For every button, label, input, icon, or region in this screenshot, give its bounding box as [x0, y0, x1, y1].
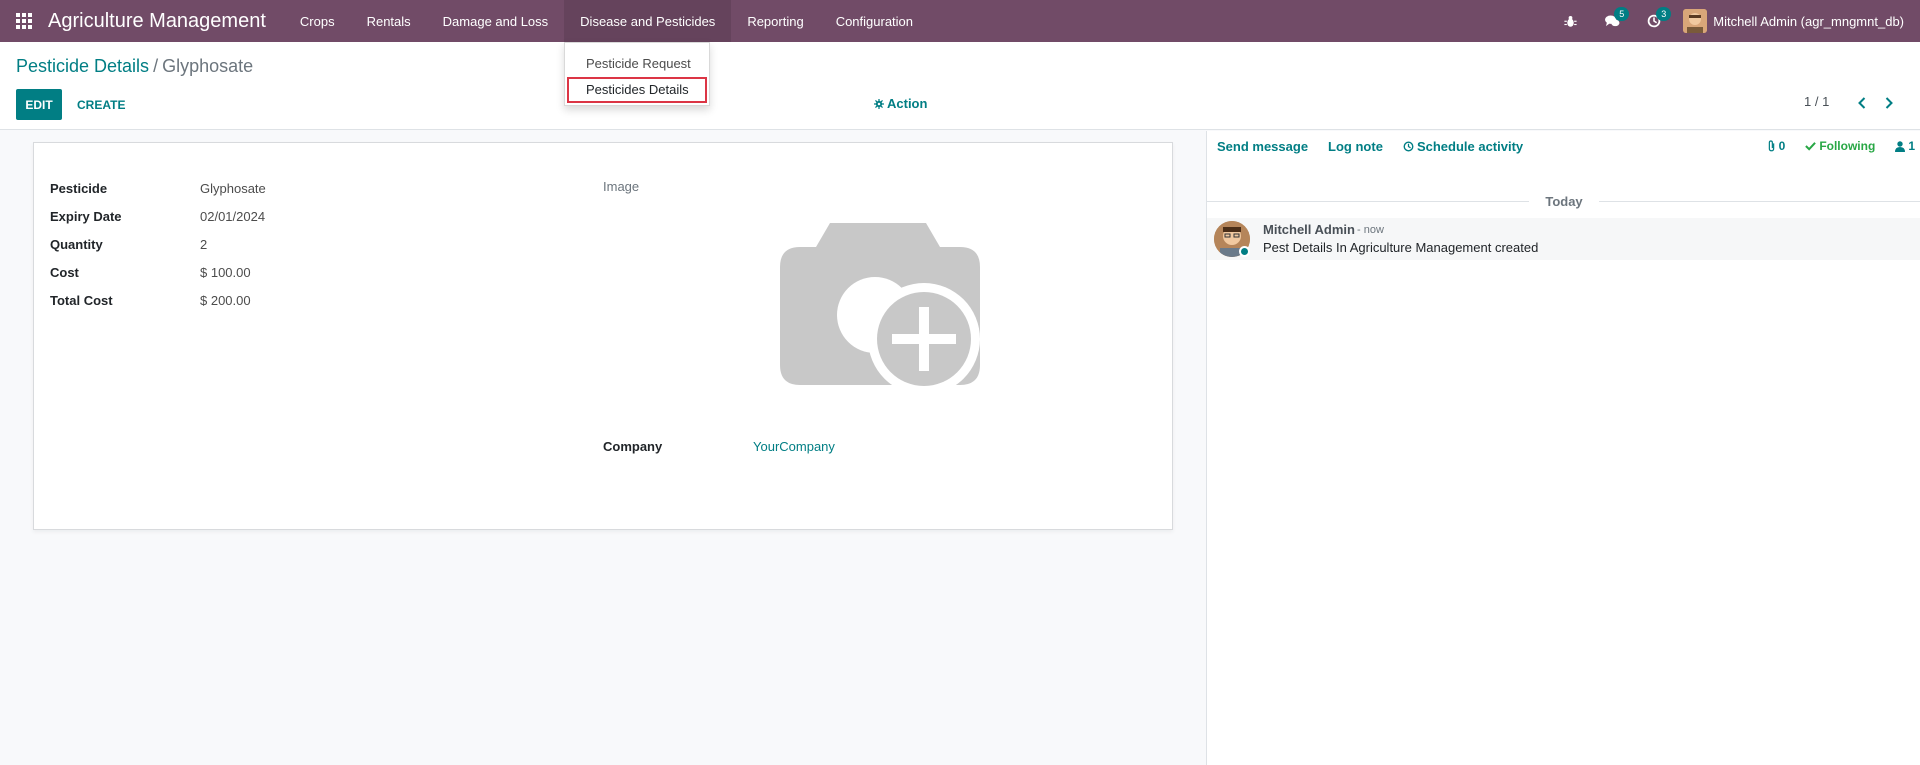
- create-button[interactable]: CREATE: [70, 89, 132, 120]
- paperclip-icon: [1768, 140, 1774, 152]
- send-message-button[interactable]: Send message: [1217, 139, 1308, 154]
- disease-pesticides-dropdown: Pesticide Request Pesticides Details: [564, 42, 710, 106]
- pager-value[interactable]: 1 / 1: [1804, 94, 1829, 109]
- debug-bug-icon[interactable]: [1549, 0, 1591, 42]
- messages-count-badge: 5: [1614, 7, 1630, 21]
- systray: 5 3 Mitchell Admin (agr_mngmnt_db): [1549, 0, 1920, 42]
- field-label-quantity: Quantity: [50, 236, 103, 252]
- breadcrumb-separator: /: [153, 56, 159, 76]
- action-label: Action: [887, 96, 928, 111]
- user-icon: [1895, 140, 1906, 152]
- chatter: Send message Log note Schedule activity …: [1206, 131, 1920, 765]
- dropdown-item-pesticides-details[interactable]: Pesticides Details: [567, 77, 707, 103]
- menu-crops[interactable]: Crops: [284, 0, 351, 42]
- apps-menu-icon[interactable]: [0, 0, 48, 42]
- chevron-right-icon: [1885, 97, 1893, 109]
- field-expiry-date: Expiry Date 02/01/2024: [50, 206, 265, 226]
- chatter-topbar: Send message Log note Schedule activity …: [1207, 131, 1920, 161]
- field-company: Company YourCompany: [603, 439, 835, 454]
- form-area: Pesticide Glyphosate Expiry Date 02/01/2…: [0, 131, 1206, 765]
- menu-damage-and-loss[interactable]: Damage and Loss: [427, 0, 565, 42]
- field-label-cost: Cost: [50, 264, 79, 280]
- followers-count: 1: [1908, 139, 1915, 153]
- following-label: Following: [1819, 139, 1876, 153]
- field-value-total-cost: $ 200.00: [200, 292, 251, 308]
- attachments-button[interactable]: 0: [1767, 139, 1786, 153]
- user-name: Mitchell Admin (agr_mngmnt_db): [1713, 13, 1904, 29]
- dropdown-item-pesticide-request[interactable]: Pesticide Request: [565, 51, 709, 77]
- field-cost: Cost $ 100.00: [50, 262, 251, 282]
- user-avatar: [1683, 9, 1708, 33]
- field-total-cost: Total Cost $ 200.00: [50, 290, 251, 310]
- chatter-message: Mitchell Admin - now Pest Details In Agr…: [1207, 218, 1920, 260]
- schedule-activity-button[interactable]: Schedule activity: [1403, 139, 1523, 154]
- field-value-cost: $ 100.00: [200, 264, 251, 280]
- message-date: - now: [1357, 224, 1384, 236]
- menu-disease-and-pesticides[interactable]: Disease and Pesticides: [564, 0, 732, 42]
- breadcrumb: Pesticide Details / Glyphosate: [16, 56, 253, 77]
- following-button[interactable]: Following: [1805, 139, 1875, 153]
- message-body: Pest Details In Agriculture Management c…: [1263, 240, 1539, 255]
- activities-clock-icon[interactable]: 3: [1633, 0, 1675, 42]
- pager-previous-button[interactable]: [1851, 92, 1873, 114]
- clock-icon: [1403, 141, 1414, 151]
- chevron-left-icon: [1858, 97, 1866, 109]
- attachments-count: 0: [1778, 139, 1786, 153]
- followers-button[interactable]: 1: [1895, 139, 1915, 153]
- form-sheet: Pesticide Glyphosate Expiry Date 02/01/2…: [33, 142, 1173, 530]
- gear-icon: [874, 98, 884, 109]
- field-label-company: Company: [603, 439, 663, 454]
- online-status-icon: [1239, 246, 1250, 257]
- field-label-total-cost: Total Cost: [50, 292, 113, 308]
- user-menu[interactable]: Mitchell Admin (agr_mngmnt_db): [1683, 9, 1904, 33]
- log-note-button[interactable]: Log note: [1328, 139, 1383, 154]
- image-upload-placeholder[interactable]: [780, 223, 984, 403]
- date-separator-label: Today: [1545, 193, 1583, 209]
- image-label: Image: [603, 179, 640, 194]
- chatter-topbar-right: 0 Following 1: [1761, 131, 1920, 161]
- check-icon: [1805, 142, 1817, 151]
- date-separator: Today: [1207, 193, 1920, 209]
- pager-next-button[interactable]: [1878, 92, 1900, 114]
- field-pesticide: Pesticide Glyphosate: [50, 178, 266, 198]
- field-label-expiry-date: Expiry Date: [50, 208, 122, 224]
- action-dropdown[interactable]: Action: [874, 96, 927, 111]
- field-quantity: Quantity 2: [50, 234, 207, 254]
- app-brand[interactable]: Agriculture Management: [48, 10, 266, 33]
- menu-rentals[interactable]: Rentals: [351, 0, 427, 42]
- messages-icon[interactable]: 5: [1591, 0, 1633, 42]
- menu-reporting[interactable]: Reporting: [731, 0, 819, 42]
- field-label-pesticide: Pesticide: [50, 180, 108, 196]
- breadcrumb-parent-link[interactable]: Pesticide Details: [16, 56, 149, 76]
- field-value-quantity: 2: [200, 236, 208, 252]
- menu-configuration[interactable]: Configuration: [820, 0, 929, 42]
- company-link[interactable]: YourCompany: [753, 439, 835, 454]
- schedule-activity-label: Schedule activity: [1416, 138, 1524, 154]
- activities-count-badge: 3: [1656, 7, 1672, 21]
- breadcrumb-current: Glyphosate: [162, 56, 254, 76]
- field-value-pesticide: Glyphosate: [200, 180, 266, 196]
- field-value-expiry-date: 02/01/2024: [200, 208, 266, 224]
- top-navbar: Agriculture Management Crops Rentals Dam…: [0, 0, 1920, 42]
- camera-plus-icon: [780, 223, 980, 395]
- control-panel: Pesticide Details / Glyphosate EDIT CREATE…: [0, 42, 1920, 130]
- edit-button[interactable]: EDIT: [16, 89, 62, 120]
- message-author[interactable]: Mitchell Admin: [1263, 222, 1355, 237]
